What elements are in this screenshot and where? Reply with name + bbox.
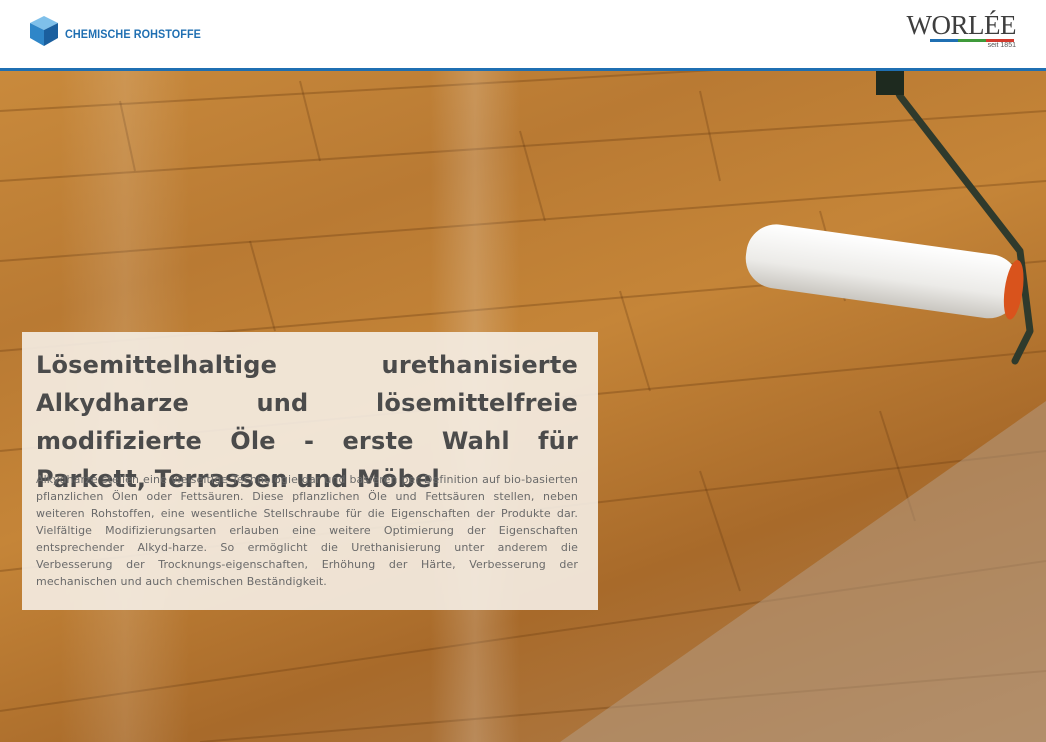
text-panel: Lösemittelhaltige urethanisierte Alkydha… xyxy=(22,332,598,610)
body-paragraph: Alkydharze stellen eine vielseitige Tech… xyxy=(36,473,578,588)
hero-image: Lösemittelhaltige urethanisierte Alkydha… xyxy=(0,71,1046,742)
worlee-logo[interactable]: WORLÉE seit 1851 xyxy=(907,10,1017,52)
cube-icon xyxy=(29,15,59,52)
header: CHEMISCHE ROHSTOFFE WORLÉE seit 1851 xyxy=(0,0,1046,68)
brand-logo[interactable]: CHEMISCHE ROHSTOFFE xyxy=(29,15,216,52)
logo-wordmark: WORLÉE xyxy=(906,10,1017,40)
logo-since: seit 1851 xyxy=(987,42,1016,49)
brand-label: CHEMISCHE ROHSTOFFE xyxy=(65,26,201,41)
